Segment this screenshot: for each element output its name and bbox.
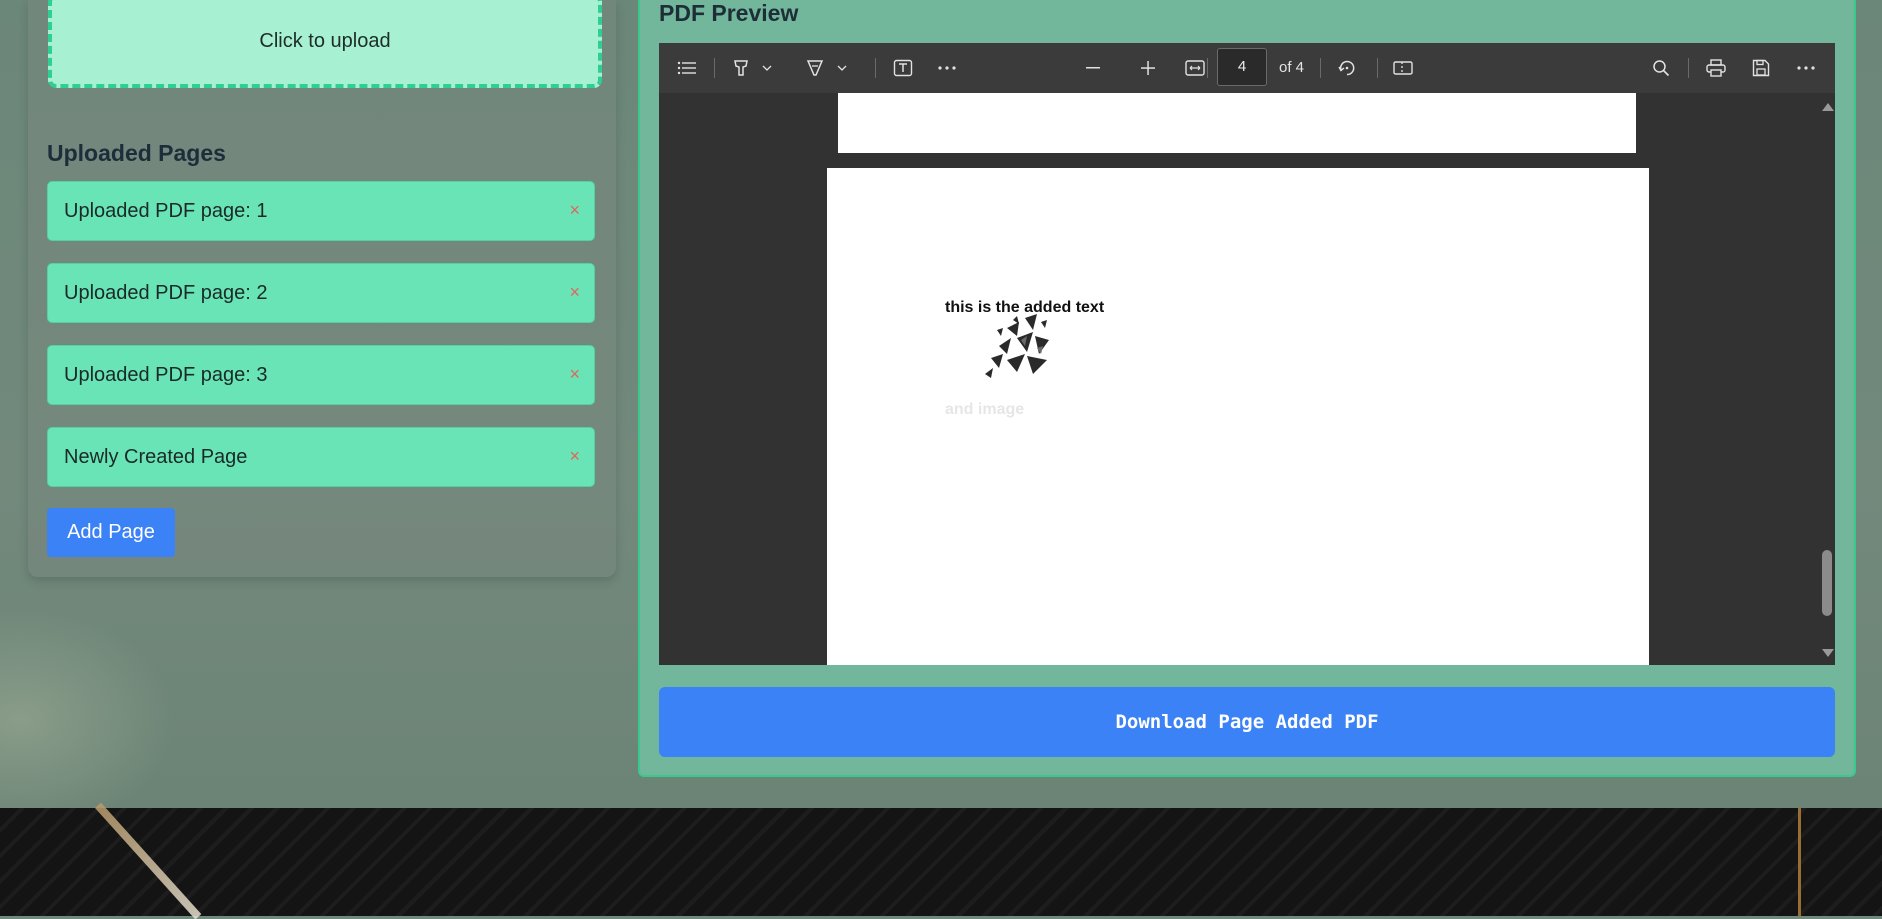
decorative-streak: [95, 802, 202, 919]
draw-icon[interactable]: [801, 43, 829, 93]
upload-label: Click to upload: [259, 29, 391, 52]
rotate-icon[interactable]: [1333, 43, 1361, 93]
contents-icon[interactable]: [673, 43, 701, 93]
pdf-page-current: this is the added text and image: [827, 168, 1649, 665]
more-tools-icon[interactable]: [933, 43, 961, 93]
page-list-item[interactable]: Uploaded PDF page: 2 ×: [47, 263, 595, 323]
toolbar-divider: [1320, 58, 1321, 78]
remove-page-icon[interactable]: ×: [569, 282, 580, 303]
decorative-line: [1798, 808, 1801, 916]
download-pdf-button[interactable]: Download Page Added PDF: [659, 687, 1835, 757]
page-list-item[interactable]: Uploaded PDF page: 1 ×: [47, 181, 595, 241]
more-options-icon[interactable]: [1792, 43, 1820, 93]
pdf-toolbar: 4 of 4: [659, 43, 1835, 93]
page-item-label: Uploaded PDF page: 1: [64, 199, 268, 222]
scroll-up-icon[interactable]: [1822, 103, 1834, 111]
chevron-down-icon[interactable]: [759, 43, 775, 93]
uploaded-pages-title: Uploaded Pages: [47, 140, 226, 166]
remove-page-icon[interactable]: ×: [569, 446, 580, 467]
upload-dropzone[interactable]: Click to upload: [48, 0, 602, 88]
page-item-label: Newly Created Page: [64, 445, 248, 468]
toolbar-divider: [1377, 58, 1378, 78]
page-item-label: Uploaded PDF page: 3: [64, 363, 268, 386]
footer-background: [0, 802, 1882, 919]
remove-page-icon[interactable]: ×: [569, 200, 580, 221]
toolbar-divider: [875, 58, 876, 78]
page-item-label: Uploaded PDF page: 2: [64, 281, 268, 304]
page-number-input[interactable]: 4: [1217, 48, 1267, 86]
text-box-icon[interactable]: [889, 43, 917, 93]
zoom-out-icon[interactable]: [1079, 43, 1107, 93]
pdf-document-area[interactable]: this is the added text and image: [659, 93, 1835, 665]
pdf-viewer: 4 of 4 this is the added text and image: [659, 43, 1835, 665]
viewer-scrollbar[interactable]: [1818, 93, 1835, 665]
print-icon[interactable]: [1702, 43, 1730, 93]
highlight-icon[interactable]: [727, 43, 755, 93]
fit-width-icon[interactable]: [1180, 43, 1210, 93]
pdf-page-previous: [838, 93, 1636, 153]
page-count: of 4: [1279, 59, 1305, 76]
search-icon[interactable]: [1647, 43, 1675, 93]
chevron-down-icon[interactable]: [834, 43, 850, 93]
toolbar-divider: [1207, 58, 1208, 78]
zoom-in-icon[interactable]: [1134, 43, 1162, 93]
preview-title: PDF Preview: [659, 0, 799, 26]
page-view-icon[interactable]: [1389, 43, 1417, 93]
save-icon[interactable]: [1747, 43, 1775, 93]
page-list-item[interactable]: Newly Created Page ×: [47, 427, 595, 487]
page-list-item[interactable]: Uploaded PDF page: 3 ×: [47, 345, 595, 405]
pdf-added-image: [977, 308, 1067, 398]
pdf-image-caption: and image: [945, 401, 1025, 418]
scroll-down-icon[interactable]: [1822, 649, 1834, 657]
add-page-button[interactable]: Add Page: [47, 508, 175, 557]
scrollbar-thumb[interactable]: [1822, 550, 1832, 616]
remove-page-icon[interactable]: ×: [569, 364, 580, 385]
toolbar-divider: [714, 58, 715, 78]
toolbar-divider: [1688, 58, 1689, 78]
